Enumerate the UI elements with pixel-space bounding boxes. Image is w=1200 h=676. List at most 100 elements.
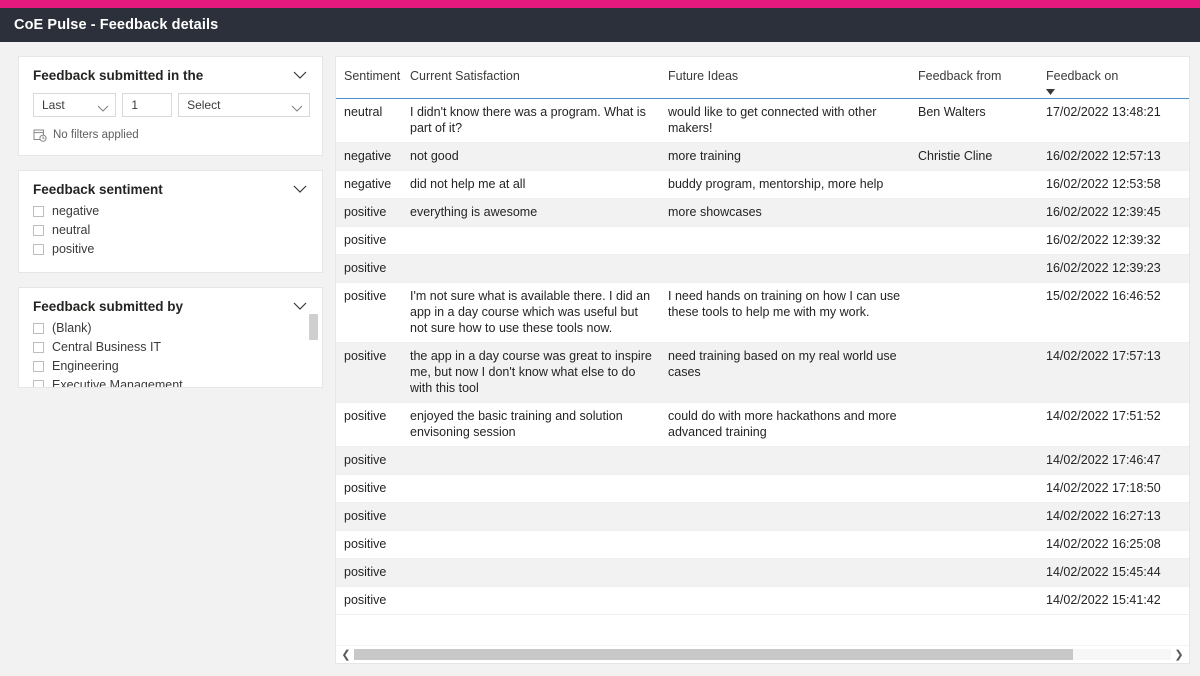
- filter-title-sentiment: Feedback sentiment: [33, 182, 163, 197]
- table-row[interactable]: positive I'm not sure what is available t…: [336, 282, 1189, 343]
- cell-sentiment: positive: [336, 226, 402, 255]
- cell-sentiment: positive: [336, 198, 402, 227]
- table-row[interactable]: positive everything is awesome more showca…: [336, 198, 1189, 227]
- checkbox-icon[interactable]: [33, 206, 44, 217]
- cell-future-ideas: buddy program, mentorship, more help: [660, 170, 910, 199]
- cell-future-ideas: would like to get connected with other m…: [660, 98, 910, 143]
- column-header-feedback-on[interactable]: Feedback on: [1038, 67, 1178, 99]
- column-header-feedback-from[interactable]: Feedback from: [910, 67, 1038, 99]
- caret-down-icon: [1046, 84, 1055, 95]
- table-row[interactable]: negative not good more training Christie Cl…: [336, 142, 1189, 171]
- cell-feedback-on: 14/02/2022 17:18:50: [1038, 474, 1178, 503]
- cell-spacer: [1178, 170, 1189, 199]
- table-row[interactable]: positive 16/02/2022 12:39:32: [336, 226, 1189, 255]
- sentiment-option-label: positive: [52, 242, 95, 256]
- cell-future-ideas: more showcases: [660, 198, 910, 227]
- cell-future-ideas: [660, 226, 910, 255]
- table-row[interactable]: neutral I didn't know there was a program…: [336, 98, 1189, 143]
- cell-sentiment: positive: [336, 474, 402, 503]
- checkbox-icon[interactable]: [33, 323, 44, 334]
- cell-feedback-on: 14/02/2022 17:51:52: [1038, 402, 1178, 447]
- table-row[interactable]: positive 14/02/2022 17:46:47: [336, 446, 1189, 475]
- cell-sentiment: neutral: [336, 98, 402, 143]
- cell-current-satisfaction: [402, 530, 660, 559]
- sentiment-option-negative[interactable]: negative: [33, 202, 310, 221]
- submitted-by-option-executive-management[interactable]: Executive Management: [33, 376, 310, 388]
- table-scroll-area: Sentiment Current Satisfaction Future Id…: [336, 57, 1189, 645]
- checkbox-icon[interactable]: [33, 244, 44, 255]
- filter-card-header: Feedback submitted in the: [33, 67, 310, 84]
- cell-sentiment: negative: [336, 142, 402, 171]
- cell-sentiment: positive: [336, 446, 402, 475]
- date-amount-value: 1: [131, 98, 139, 112]
- cell-future-ideas: I need hands on training on how I can us…: [660, 282, 910, 343]
- column-header-current-satisfaction[interactable]: Current Satisfaction: [402, 67, 660, 99]
- filter-card-header: Feedback submitted by: [33, 298, 310, 315]
- checkbox-icon[interactable]: [33, 225, 44, 236]
- sentiment-option-positive[interactable]: positive: [33, 240, 310, 259]
- cell-current-satisfaction: [402, 474, 660, 503]
- table-row[interactable]: positive enjoyed the basic training and s…: [336, 402, 1189, 447]
- table-row[interactable]: positive the app in a day course was grea…: [336, 342, 1189, 403]
- chevron-down-icon: [291, 101, 303, 112]
- scrollbar-thumb[interactable]: [354, 649, 1073, 660]
- checkbox-icon[interactable]: [33, 380, 44, 387]
- filter-status-text: No filters applied: [53, 129, 139, 141]
- date-relation-dropdown[interactable]: Last: [33, 93, 117, 117]
- cell-feedback-on: 16/02/2022 12:39:45: [1038, 198, 1178, 227]
- date-relation-value: Last: [42, 98, 65, 112]
- chevron-down-icon[interactable]: [292, 70, 308, 80]
- cell-spacer: [1178, 502, 1189, 531]
- chevron-down-icon[interactable]: [292, 184, 308, 194]
- sentiment-checkbox-list: negative neutral positive: [33, 202, 310, 259]
- checkbox-icon[interactable]: [33, 342, 44, 353]
- cell-feedback-on: 14/02/2022 16:25:08: [1038, 530, 1178, 559]
- cell-feedback-on: 16/02/2022 12:39:23: [1038, 254, 1178, 283]
- scrollbar-thumb[interactable]: [309, 314, 318, 340]
- date-amount-input[interactable]: 1: [122, 93, 173, 117]
- date-filter-controls: Last 1 Select: [33, 93, 310, 117]
- cell-future-ideas: [660, 446, 910, 475]
- cell-feedback-on: 17/02/2022 13:48:21: [1038, 98, 1178, 143]
- cell-current-satisfaction: the app in a day course was great to ins…: [402, 342, 660, 403]
- chevron-left-icon[interactable]: ❮: [338, 647, 354, 663]
- cell-spacer: [1178, 282, 1189, 343]
- feedback-table: Sentiment Current Satisfaction Future Id…: [336, 67, 1189, 615]
- submitted-by-option-central-business-it[interactable]: Central Business IT: [33, 338, 310, 357]
- column-header-sentiment[interactable]: Sentiment: [336, 67, 402, 99]
- filter-card-header: Feedback sentiment: [33, 181, 310, 198]
- checkbox-icon[interactable]: [33, 361, 44, 372]
- filter-card-submitted-by: Feedback submitted by (Blank) Central Bu…: [18, 287, 323, 388]
- table-row[interactable]: negative did not help me at all buddy prog…: [336, 170, 1189, 199]
- sentiment-option-neutral[interactable]: neutral: [33, 221, 310, 240]
- table-horizontal-scrollbar[interactable]: ❮ ❯: [336, 645, 1189, 663]
- table-row[interactable]: positive 14/02/2022 17:18:50: [336, 474, 1189, 503]
- submitted-by-scrollbar[interactable]: [309, 314, 318, 386]
- filter-card-sentiment: Feedback sentiment negative neutral posi…: [18, 170, 323, 273]
- submitted-by-option-label: Executive Management: [52, 378, 183, 388]
- cell-feedback-from: [910, 254, 1038, 283]
- column-header-label: Current Satisfaction: [410, 69, 520, 83]
- column-header-spacer: [1178, 67, 1189, 99]
- cell-current-satisfaction: [402, 446, 660, 475]
- submitted-by-option-blank[interactable]: (Blank): [33, 319, 310, 338]
- column-header-future-ideas[interactable]: Future Ideas: [660, 67, 910, 99]
- scrollbar-track[interactable]: [354, 649, 1171, 660]
- chevron-down-icon[interactable]: [292, 301, 308, 311]
- table-row[interactable]: positive 14/02/2022 16:25:08: [336, 530, 1189, 559]
- date-unit-value: Select: [187, 98, 221, 112]
- table-row[interactable]: positive 14/02/2022 15:41:42: [336, 586, 1189, 615]
- submitted-by-option-engineering[interactable]: Engineering: [33, 357, 310, 376]
- date-unit-dropdown[interactable]: Select: [178, 93, 310, 117]
- table-row[interactable]: positive 16/02/2022 12:39:23: [336, 254, 1189, 283]
- cell-feedback-from: [910, 226, 1038, 255]
- filter-rail: Feedback submitted in the Last 1 Select: [18, 56, 323, 676]
- submitted-by-checkbox-list: (Blank) Central Business IT Engineering …: [33, 319, 310, 388]
- cell-current-satisfaction: not good: [402, 142, 660, 171]
- cell-spacer: [1178, 98, 1189, 143]
- cell-sentiment: positive: [336, 402, 402, 447]
- column-header-label: Feedback from: [918, 69, 1002, 83]
- chevron-right-icon[interactable]: ❯: [1171, 647, 1187, 663]
- table-row[interactable]: positive 14/02/2022 15:45:44: [336, 558, 1189, 587]
- table-row[interactable]: positive 14/02/2022 16:27:13: [336, 502, 1189, 531]
